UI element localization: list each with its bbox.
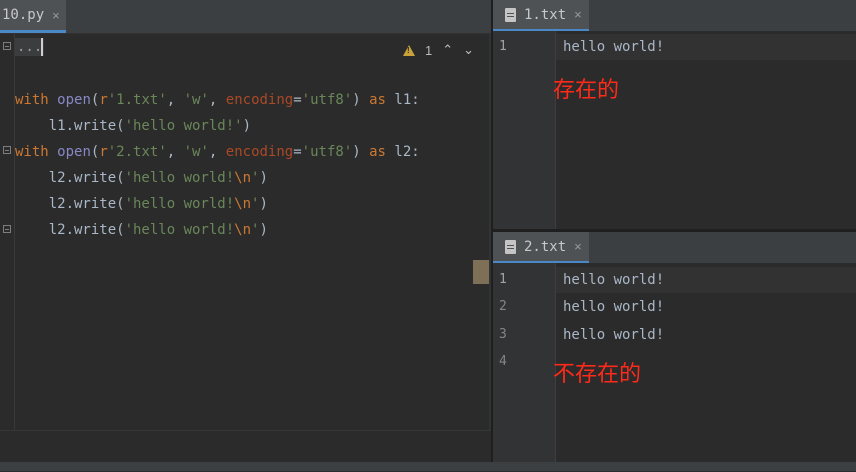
code-token: ) <box>352 92 370 108</box>
warning-icon <box>403 44 415 56</box>
gutter-divider <box>555 31 556 229</box>
close-icon[interactable]: × <box>574 7 582 22</box>
annotation-not-exists: 不存在的 <box>553 362 642 387</box>
inspection-widget[interactable]: 1 ⌃ ⌄ <box>403 40 474 60</box>
tab-10-py[interactable]: 10.py × <box>0 0 66 33</box>
code-token: ) <box>259 196 268 212</box>
code-token: 'w' <box>183 92 209 108</box>
code-token: encoding <box>225 144 294 160</box>
line-number: 4 <box>499 354 507 369</box>
code-line: l2.write('hello world!\n') <box>15 168 268 188</box>
code-line: l2.write('hello world!\n') <box>15 194 268 214</box>
code-token: encoding <box>225 92 294 108</box>
file2-pane: 2.txt × 1 2 3 4 hello world! hello world… <box>493 232 856 462</box>
code-token: l2.write( <box>15 170 125 186</box>
line-number: 1 <box>499 272 507 287</box>
code-token: , <box>166 92 184 108</box>
warning-count: 1 <box>425 42 433 58</box>
code-token: , <box>208 92 226 108</box>
code-token: , <box>166 144 184 160</box>
code-token: 'w' <box>183 144 209 160</box>
code-token: = <box>293 92 302 108</box>
code-token: 'hello world!' <box>124 118 243 134</box>
file2-tab-bar: 2.txt × <box>493 232 856 263</box>
code-token: with <box>15 92 58 108</box>
text-line[interactable]: hello world! <box>563 297 664 317</box>
tab-1-txt[interactable]: 1.txt × <box>493 0 589 31</box>
code-token: ) <box>242 118 252 134</box>
code-token: with <box>15 144 58 160</box>
annotation-exists: 存在的 <box>553 78 620 103</box>
code-token: 'utf8' <box>301 144 353 160</box>
code-line: with open(r'1.txt', 'w', encoding='utf8'… <box>15 90 420 110</box>
code-token: l2.write( <box>15 196 125 212</box>
tab-label: 2.txt <box>524 238 567 255</box>
chevron-down-icon[interactable]: ⌄ <box>463 42 474 58</box>
line-number-gutter <box>493 31 556 229</box>
file1-tab-bar: 1.txt × <box>493 0 856 31</box>
scroll-marker[interactable] <box>473 260 489 284</box>
fold-collapse-icon[interactable] <box>3 42 11 50</box>
code-token: 'utf8' <box>301 92 353 108</box>
code-token: \n <box>234 196 252 212</box>
text-file-icon <box>505 7 516 22</box>
code-token: \n <box>234 222 252 238</box>
code-token: '2.txt' <box>107 144 167 160</box>
code-token: ) <box>352 144 370 160</box>
code-token: ) <box>259 170 268 186</box>
left-tab-bar: 10.py × <box>0 0 491 34</box>
code-token: \n <box>234 170 252 186</box>
code-token: r <box>99 92 108 108</box>
code-token: = <box>293 144 302 160</box>
fold-end-icon[interactable] <box>3 225 11 233</box>
code-token: '1.txt' <box>107 92 167 108</box>
code-line: l1.write('hello world!') <box>15 116 251 136</box>
code-token: as <box>369 92 395 108</box>
code-token: 'hello world! <box>124 222 235 238</box>
text-caret <box>41 38 43 56</box>
code-token: 'hello world! <box>124 170 235 186</box>
text-line[interactable]: hello world! <box>563 37 664 57</box>
tab-2-txt[interactable]: 2.txt × <box>493 232 589 263</box>
code-token: l1.write( <box>15 118 125 134</box>
code-token: l2.write( <box>15 222 125 238</box>
left-editor-pane: 10.py × ... 1 ⌃ ⌄ with open(r'1.txt', 'w… <box>0 0 491 472</box>
tab-label: 10.py <box>2 7 45 23</box>
code-line: with open(r'2.txt', 'w', encoding='utf8'… <box>15 142 420 162</box>
text-file-icon <box>505 239 516 254</box>
code-line: l2.write('hello world!\n') <box>15 220 268 240</box>
collapsed-imports[interactable]: ... <box>15 38 44 56</box>
code-token: l2: <box>394 144 420 160</box>
file1-pane: 1.txt × 1 hello world! 存在的 <box>493 0 856 229</box>
code-token: r <box>99 144 108 160</box>
text-line[interactable]: hello world! <box>563 270 664 290</box>
status-bar <box>0 462 856 471</box>
line-number: 3 <box>499 327 507 342</box>
fold-collapse-icon[interactable] <box>3 146 11 154</box>
code-token: ) <box>259 222 268 238</box>
chevron-up-icon[interactable]: ⌃ <box>442 42 453 58</box>
code-token: 'hello world! <box>124 196 235 212</box>
close-icon[interactable]: × <box>52 8 60 23</box>
code-token: , <box>208 144 226 160</box>
code-token: l1: <box>394 92 420 108</box>
line-number: 2 <box>499 299 507 314</box>
tab-label: 1.txt <box>524 6 567 23</box>
code-token: as <box>369 144 395 160</box>
line-number: 1 <box>499 39 507 54</box>
close-icon[interactable]: × <box>574 239 582 254</box>
code-token: open <box>57 92 91 108</box>
text-line[interactable]: hello world! <box>563 325 664 345</box>
code-token: open <box>57 144 91 160</box>
